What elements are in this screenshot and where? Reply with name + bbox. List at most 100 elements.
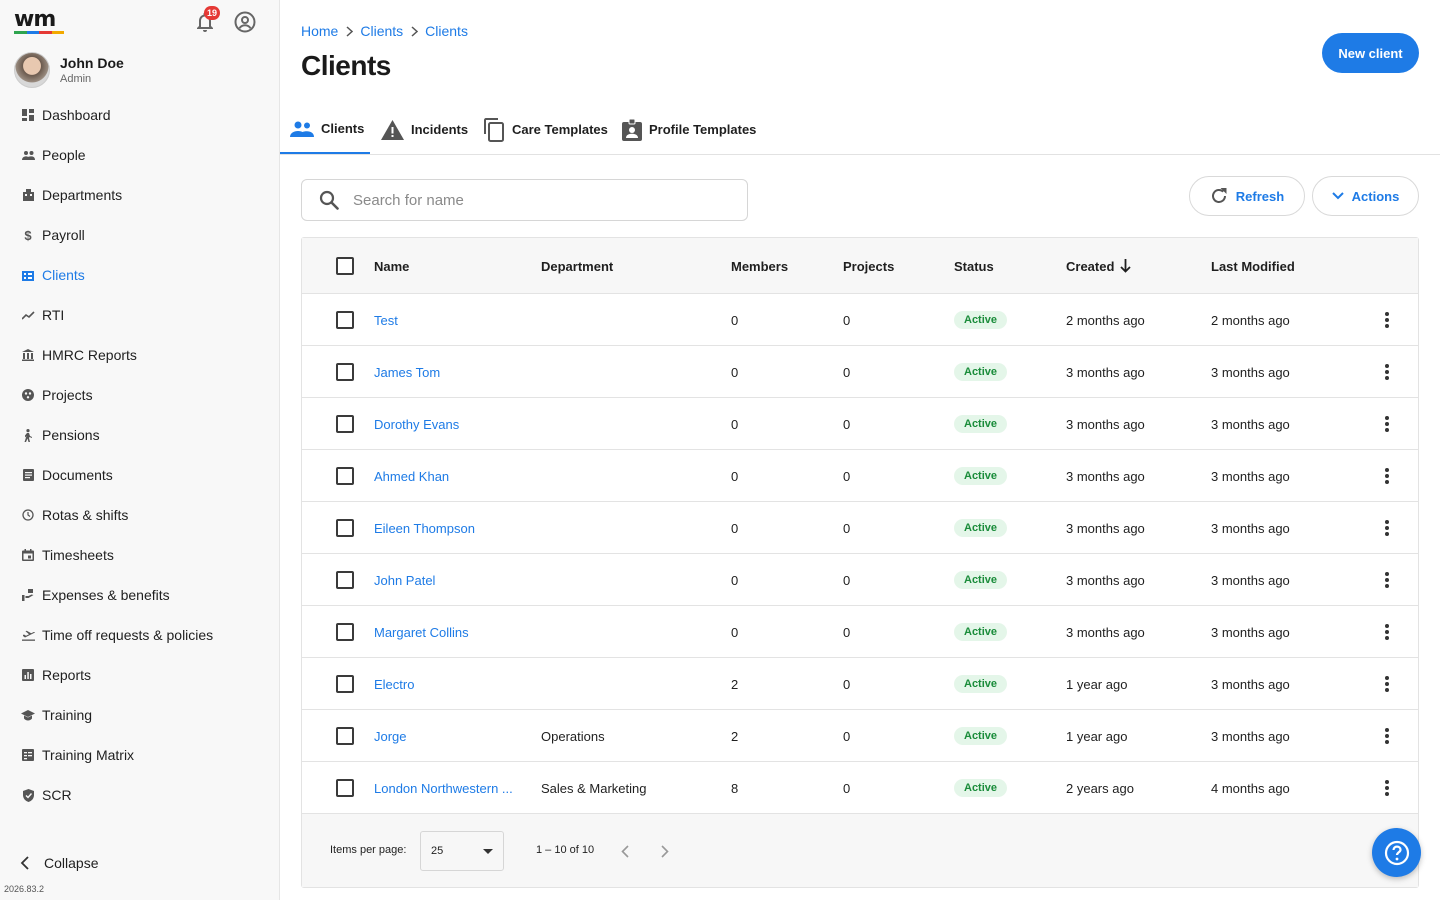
tab-clients[interactable]: Clients xyxy=(280,105,370,154)
sidebar-item-documents[interactable]: Documents xyxy=(0,455,280,495)
row-checkbox[interactable] xyxy=(336,311,354,329)
status-badge: Active xyxy=(954,779,1008,797)
tab-care-templates[interactable]: Care Templates xyxy=(483,105,608,154)
sidebar-item-people[interactable]: People xyxy=(0,135,280,175)
new-client-button[interactable]: New client xyxy=(1322,33,1419,73)
cell-modified: 3 months ago xyxy=(1211,346,1290,398)
row-checkbox[interactable] xyxy=(336,779,354,797)
select-all-checkbox[interactable] xyxy=(336,257,354,275)
actions-button[interactable]: Actions xyxy=(1312,176,1419,216)
people-icon xyxy=(290,121,314,137)
breadcrumb-current[interactable]: Clients xyxy=(425,23,468,39)
sidebar-item-training[interactable]: Training xyxy=(0,695,280,735)
trend-icon xyxy=(21,308,35,322)
row-menu-button[interactable] xyxy=(1375,464,1399,488)
search-field[interactable] xyxy=(301,179,748,221)
cell-modified: 4 months ago xyxy=(1211,762,1290,814)
account-circle-icon[interactable] xyxy=(233,10,257,34)
row-menu-button[interactable] xyxy=(1375,568,1399,592)
column-header-created[interactable]: Created xyxy=(1066,238,1132,294)
breadcrumb-clients[interactable]: Clients xyxy=(360,23,403,39)
search-input[interactable] xyxy=(353,191,733,209)
sidebar-item-expenses-benefits[interactable]: Expenses & benefits xyxy=(0,575,280,615)
sidebar-item-payroll[interactable]: $ Payroll xyxy=(0,215,280,255)
row-menu-button[interactable] xyxy=(1375,308,1399,332)
help-button[interactable] xyxy=(1372,828,1421,877)
table-row[interactable]: Margaret Collins 0 0 Active 3 months ago 3 mo… xyxy=(302,606,1418,658)
client-name-link[interactable]: James Tom xyxy=(374,365,440,380)
column-header-name[interactable]: Name xyxy=(374,238,409,294)
row-checkbox[interactable] xyxy=(336,363,354,381)
cell-members: 0 xyxy=(731,398,738,450)
sidebar-item-dashboard[interactable]: Dashboard xyxy=(0,95,280,135)
refresh-button[interactable]: Refresh xyxy=(1189,176,1305,216)
table-row[interactable]: Electro 2 0 Active 1 year ago 3 months ago xyxy=(302,658,1418,710)
table-row[interactable]: Jorge Operations 2 0 Active 1 year ago 3 month… xyxy=(302,710,1418,762)
tab-profile-templates[interactable]: Profile Templates xyxy=(622,105,756,154)
client-name-link[interactable]: Margaret Collins xyxy=(374,625,469,640)
next-page-button[interactable] xyxy=(653,839,677,863)
table-row[interactable]: James Tom 0 0 Active 3 months ago 3 months ag… xyxy=(302,346,1418,398)
table-row[interactable]: John Patel 0 0 Active 3 months ago 3 months a… xyxy=(302,554,1418,606)
client-name-link[interactable]: Jorge xyxy=(374,729,407,744)
sidebar-item-projects[interactable]: Projects xyxy=(0,375,280,415)
items-per-page-select[interactable]: 25 xyxy=(420,831,504,871)
table-row[interactable]: London Northwestern ... Sales & Marketing… xyxy=(302,762,1418,814)
sidebar-item-rti[interactable]: RTI xyxy=(0,295,280,335)
row-menu-button[interactable] xyxy=(1375,516,1399,540)
sidebar-item-clients[interactable]: Clients xyxy=(0,255,280,295)
collapse-sidebar-button[interactable]: Collapse xyxy=(20,855,98,871)
row-checkbox[interactable] xyxy=(336,415,354,433)
row-checkbox[interactable] xyxy=(336,519,354,537)
column-header-department[interactable]: Department xyxy=(541,238,613,294)
row-checkbox[interactable] xyxy=(336,727,354,745)
row-menu-button[interactable] xyxy=(1375,620,1399,644)
sidebar-item-time-off[interactable]: Time off requests & policies xyxy=(0,615,280,655)
row-menu-button[interactable] xyxy=(1375,776,1399,800)
cell-projects: 0 xyxy=(843,294,850,346)
user-profile[interactable]: John Doe Admin xyxy=(14,52,124,88)
more-vertical-icon xyxy=(1385,624,1389,640)
client-name-link[interactable]: Eileen Thompson xyxy=(374,521,475,536)
cell-members: 2 xyxy=(731,728,739,744)
more-vertical-icon xyxy=(1385,520,1389,536)
sidebar-item-timesheets[interactable]: Timesheets xyxy=(0,535,280,575)
row-checkbox[interactable] xyxy=(336,467,354,485)
column-header-last-modified[interactable]: Last Modified xyxy=(1211,238,1295,294)
breadcrumb-home[interactable]: Home xyxy=(301,23,338,39)
table-row[interactable]: Dorothy Evans 0 0 Active 3 months ago 3 month… xyxy=(302,398,1418,450)
client-name-link[interactable]: Test xyxy=(374,313,398,328)
row-menu-button[interactable] xyxy=(1375,724,1399,748)
column-header-members[interactable]: Members xyxy=(731,238,788,294)
sidebar-item-rotas-shifts[interactable]: Rotas & shifts xyxy=(0,495,280,535)
row-menu-button[interactable] xyxy=(1375,672,1399,696)
row-checkbox[interactable] xyxy=(336,623,354,641)
client-name-link[interactable]: Dorothy Evans xyxy=(374,417,459,432)
table-row[interactable]: Eileen Thompson 0 0 Active 3 months ago 3 mon… xyxy=(302,502,1418,554)
client-name-link[interactable]: Electro xyxy=(374,677,414,692)
cell-projects: 0 xyxy=(843,364,851,380)
tab-incidents[interactable]: Incidents xyxy=(381,105,468,154)
row-checkbox[interactable] xyxy=(336,571,354,589)
logo[interactable]: wm xyxy=(14,9,66,34)
client-name-link[interactable]: Ahmed Khan xyxy=(374,469,449,484)
sidebar-item-scr[interactable]: SCR xyxy=(0,775,280,815)
client-name-link[interactable]: John Patel xyxy=(374,573,435,588)
sidebar-item-reports[interactable]: Reports xyxy=(0,655,280,695)
sidebar-item-pensions[interactable]: Pensions xyxy=(0,415,280,455)
cell-created: 1 year ago xyxy=(1066,676,1128,692)
column-header-projects[interactable]: Projects xyxy=(843,238,894,294)
row-menu-button[interactable] xyxy=(1375,360,1399,384)
row-menu-button[interactable] xyxy=(1375,412,1399,436)
column-header-status[interactable]: Status xyxy=(954,238,994,294)
status-badge: Active xyxy=(954,415,1008,433)
sidebar-item-training-matrix[interactable]: Training Matrix xyxy=(0,735,280,775)
row-checkbox[interactable] xyxy=(336,675,354,693)
client-name-link[interactable]: London Northwestern ... xyxy=(374,781,513,796)
sidebar-item-hmrc-reports[interactable]: HMRC Reports xyxy=(0,335,280,375)
cell-projects: 0 xyxy=(843,658,850,710)
table-row[interactable]: Ahmed Khan 0 0 Active 3 months ago 3 months a… xyxy=(302,450,1418,502)
table-row[interactable]: Test 0 0 Active 2 months ago 2 months ago xyxy=(302,294,1418,346)
sidebar-item-departments[interactable]: Departments xyxy=(0,175,280,215)
previous-page-button[interactable] xyxy=(613,839,637,863)
